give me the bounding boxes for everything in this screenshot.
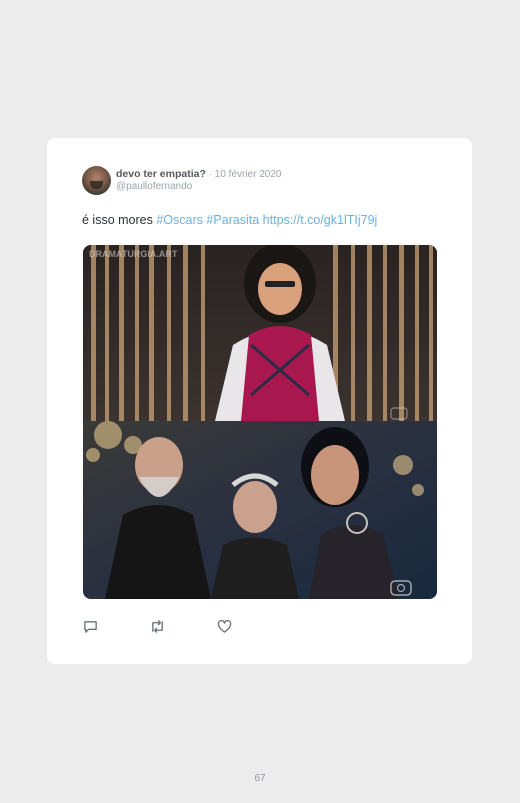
user-handle[interactable]: @paullofernando <box>116 181 192 192</box>
tweet-body-text: é isso mores <box>82 213 157 227</box>
tweet-card: devo ter empatia? · 10 février 2020 @pau… <box>47 138 472 664</box>
heart-icon[interactable] <box>217 619 233 635</box>
avatar[interactable] <box>82 166 111 195</box>
tweet-link[interactable]: https://t.co/gk1lTIj79j <box>263 213 378 227</box>
tweet-image[interactable]: DRAMATURGIA.ART <box>83 245 437 599</box>
hashtag-parasita[interactable]: #Parasita <box>206 213 259 227</box>
reply-icon[interactable] <box>83 619 99 635</box>
tweet-actions <box>83 619 243 635</box>
hashtag-oscars[interactable]: #Oscars <box>156 213 203 227</box>
image-watermark: DRAMATURGIA.ART <box>89 249 178 259</box>
date-separator: · <box>205 169 215 180</box>
display-name[interactable]: devo ter empatia? <box>116 168 206 180</box>
meme-image: DRAMATURGIA.ART <box>83 245 437 599</box>
retweet-icon[interactable] <box>149 619 165 635</box>
page-number: 67 <box>254 773 266 784</box>
tweet-text: é isso mores #Oscars #Parasita https://t… <box>82 213 377 227</box>
tweet-header: devo ter empatia? · 10 février 2020 <box>116 168 281 180</box>
tweet-date[interactable]: 10 février 2020 <box>215 169 282 180</box>
